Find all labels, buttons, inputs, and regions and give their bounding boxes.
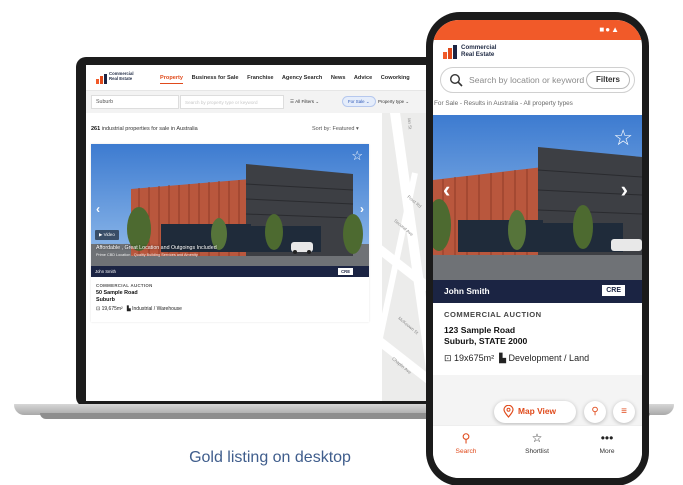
mobile-search-bar[interactable]: Search by location or keyword Filters	[440, 67, 635, 93]
desktop-header: Commercial Real Estate Property Business…	[86, 65, 436, 91]
map-pin-icon	[503, 405, 514, 418]
building-photo-illustration	[91, 144, 369, 277]
shortlist-star-icon[interactable]: ☆	[613, 127, 633, 149]
listing-photo[interactable]: ☆ ‹ ›	[433, 115, 642, 280]
bottom-tab-bar: ⚲ Search ☆ Shortlist ••• More	[433, 425, 642, 478]
nav-item-property[interactable]: Property	[160, 75, 184, 84]
map-label-street: McKeown St	[397, 315, 420, 336]
listing-address-line1: 50 Sample Road	[96, 290, 138, 296]
logo-bars-icon	[443, 45, 458, 59]
caption: Gold listing on desktop	[189, 449, 351, 466]
nav-item-coworking[interactable]: Coworking	[381, 75, 410, 81]
search-icon: ⚲	[461, 431, 471, 445]
listing-address-line1[interactable]: 123 Sample Road	[444, 325, 515, 335]
listing-card[interactable]: ☆ ‹ › ▶ Video Affordable , Great Locatio…	[91, 144, 369, 322]
photo-prev-chevron-icon[interactable]: ‹	[96, 202, 100, 216]
status-icons: ■●▲	[599, 25, 620, 34]
property-type-dropdown[interactable]: Property type ⌄	[378, 99, 409, 105]
nav-item-business-for-sale[interactable]: Business for Sale	[192, 75, 239, 81]
property-type-icon: ▙	[496, 353, 509, 363]
star-icon: ☆	[531, 431, 543, 445]
results-summary: For Sale - Results in Australia - All pr…	[434, 100, 573, 107]
cre-badge: CRE	[338, 268, 353, 275]
for-sale-dropdown[interactable]: For Sale ⌄	[342, 96, 376, 107]
status-bar: ■●▲	[433, 20, 642, 40]
tab-search[interactable]: ⚲ Search	[436, 431, 496, 455]
nav-item-news[interactable]: News	[331, 75, 346, 81]
logo-text: Commercial Real Estate	[461, 44, 497, 58]
brand-logo[interactable]: Commercial Real Estate	[443, 43, 523, 61]
marketing-composite: Commercial Real Estate Property Business…	[0, 0, 683, 485]
listing-subline: Prime CBD Location - Quality Building Se…	[96, 253, 198, 257]
video-button[interactable]: ▶ Video	[95, 230, 119, 240]
tab-more[interactable]: ••• More	[577, 431, 637, 455]
more-icon: •••	[600, 431, 614, 445]
desktop-filter-bar: Suburb Search by property type or keywor…	[86, 91, 436, 113]
desktop-browser-view: Commercial Real Estate Property Business…	[86, 65, 436, 401]
keyword-search-input[interactable]: Search by property type or keyword	[180, 95, 284, 109]
property-type-icon: ▙	[124, 306, 133, 312]
results-count: 261 industrial properties for sale in Au…	[91, 126, 198, 132]
sort-dropdown[interactable]: Sort by: Featured ▾	[312, 126, 359, 132]
logo-text: Commercial Real Estate	[109, 71, 134, 81]
chevron-down-icon: ⌄	[314, 99, 320, 104]
nav-item-franchise[interactable]: Franchise	[247, 75, 273, 81]
photo-next-chevron-icon[interactable]: ›	[360, 202, 364, 216]
listing-address-line2[interactable]: Suburb, STATE 2000	[444, 336, 527, 346]
nav-item-advice[interactable]: Advice	[354, 75, 372, 81]
agent-name: John Smith	[444, 286, 490, 296]
map-label-street: Ian St	[406, 117, 413, 130]
mobile-app-view: ■●▲ Commercial Real Estate Search by loc…	[433, 20, 642, 478]
nav-item-agency-search[interactable]: Agency Search	[282, 75, 322, 81]
all-filters-button[interactable]: ☰ All Filters ⌄	[290, 99, 319, 105]
tab-shortlist[interactable]: ☆ Shortlist	[507, 431, 567, 455]
cre-badge: CRE	[602, 285, 625, 296]
search-icon	[449, 73, 463, 87]
floor-area-icon: ⊡	[444, 353, 455, 363]
chevron-down-icon: ⌄	[404, 99, 410, 104]
search-round-button[interactable]: ⚲	[584, 401, 606, 423]
menu-round-button[interactable]: ≡	[613, 401, 635, 423]
listing-address-line2: Suburb	[96, 297, 115, 303]
caret-down-icon: ▾	[354, 126, 359, 132]
listing-features: ⊡ 19x675m² ▙ Development / Land	[444, 353, 590, 363]
logo-bars-icon	[96, 74, 107, 84]
listing-features: ⊡ 19,675m² ▙ Industrial / Warehouse	[96, 306, 182, 312]
brand-logo[interactable]: Commercial Real Estate	[96, 71, 146, 86]
shortlist-star-icon[interactable]: ☆	[351, 149, 363, 162]
search-icon: ⚲	[591, 406, 599, 417]
search-input[interactable]: Search by location or keyword	[469, 75, 584, 85]
suburb-input[interactable]: Suburb	[91, 95, 179, 109]
main-nav: Property Business for Sale Franchise Age…	[160, 75, 417, 84]
building-photo-illustration	[433, 115, 642, 280]
map-view-button[interactable]: Map View	[494, 401, 576, 423]
agent-bar: John Smith CRE	[433, 280, 642, 303]
listing-headline: Affordable , Great Location and Outgoing…	[96, 245, 217, 251]
photo-prev-chevron-icon[interactable]: ‹	[443, 177, 450, 203]
listing-sale-method: COMMERCIAL AUCTION	[96, 283, 153, 288]
photo-next-chevron-icon[interactable]: ›	[621, 177, 628, 203]
chevron-down-icon: ⌄	[364, 99, 370, 104]
agent-bar: John Smith CRE	[91, 266, 369, 277]
agent-name: John Smith	[95, 269, 116, 274]
listing-photo[interactable]: ☆ ‹ › ▶ Video Affordable , Great Locatio…	[91, 144, 369, 277]
menu-lines-icon: ≡	[621, 406, 627, 417]
listing-sale-method: COMMERCIAL AUCTION	[444, 310, 542, 319]
filters-button[interactable]: Filters	[585, 71, 630, 89]
